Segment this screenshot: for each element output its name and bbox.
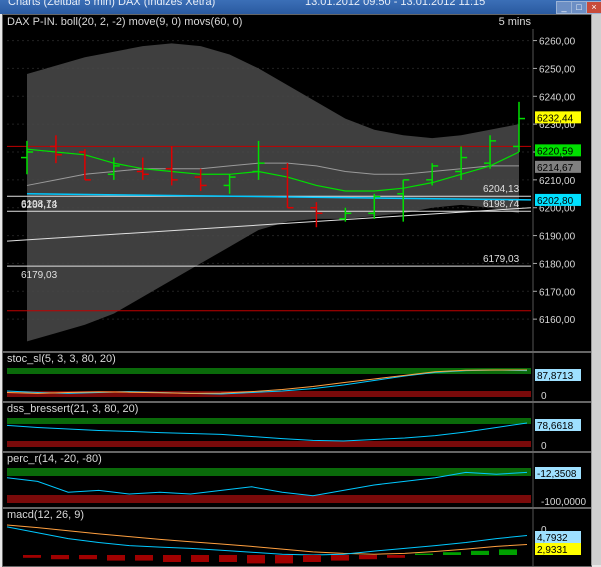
price-tag-label: 6214,67	[537, 163, 574, 174]
macd-histogram-bar	[275, 555, 293, 564]
bollinger-band-area	[27, 43, 519, 342]
window-titlebar: Charts (Zeitbar 5 min) DAX (Indizes Xetr…	[0, 0, 601, 14]
macd-pane[interactable]: macd(12, 26, 9) 0 2,9331 4,7932	[2, 508, 592, 567]
price-tick-label: 6210,00	[539, 176, 576, 187]
price-chart: 6260,006250,006240,006230,006220,006210,…	[6, 29, 581, 351]
sub-tick-label: 0	[541, 391, 547, 401]
minimize-button[interactable]: _	[556, 1, 572, 14]
value-tag: 87,8713	[537, 371, 574, 382]
macd-histogram-bar	[303, 555, 321, 562]
macd-histogram-bar	[135, 555, 153, 561]
macd-histogram-bar	[471, 550, 489, 555]
price-tag-label: 6202,80	[537, 196, 574, 207]
close-button[interactable]: ×	[586, 1, 601, 14]
perc-r-chart: 0-100,0000-12,3508	[6, 453, 586, 507]
macd-histogram-bar	[163, 555, 181, 562]
price-tick-label: 6250,00	[539, 64, 576, 75]
price-chart-pane[interactable]: DAX P-IN. boll(20, 2, -2) move(9, 0) mov…	[2, 14, 592, 352]
macd-histogram-bar	[51, 555, 69, 560]
price-tag-label: 6232,44	[537, 113, 574, 124]
macd-histogram-bar	[331, 555, 349, 561]
macd-chart: 02,93314,7932	[6, 509, 581, 566]
dss-bressert-chart: 100078,6618	[6, 403, 581, 451]
indicator-line-0	[6, 422, 528, 442]
value-tag: -12,3508	[537, 469, 577, 480]
macd-histogram-bar	[79, 555, 97, 560]
macd-histogram-bar	[387, 555, 405, 558]
indicator-line-0	[6, 524, 528, 555]
stoc-sl-pane[interactable]: stoc_sl(5, 3, 3, 80, 20) 100087,8713	[2, 352, 592, 402]
price-tick-label: 6190,00	[539, 232, 576, 243]
hline-right-label: 6179,03	[483, 254, 520, 265]
macd-histogram-bar	[23, 555, 41, 558]
price-tick-label: 6260,00	[539, 37, 576, 48]
stoc-sl-chart: 100087,8713	[6, 353, 581, 401]
value-tag: 2,9331	[537, 545, 568, 556]
price-tag-label: 6220,59	[537, 146, 574, 157]
time-range: 13.01.2012 09:50 - 13.01.2012 11:15	[305, 0, 486, 8]
overbought-band	[7, 418, 531, 424]
hline-right-label: 6204,13	[483, 184, 520, 195]
price-tick-label: 6240,00	[539, 92, 576, 103]
price-tick-label: 6180,00	[539, 259, 576, 270]
value-tag: 78,6618	[537, 421, 574, 432]
macd-histogram-bar	[359, 555, 377, 560]
macd-histogram-bar	[107, 555, 125, 561]
macd-histogram-bar	[191, 555, 209, 562]
vertical-scrollbar[interactable]	[591, 14, 601, 565]
oversold-band	[7, 441, 531, 447]
macd-histogram-bar	[219, 555, 237, 562]
oversold-band	[7, 495, 531, 503]
dss-bressert-pane[interactable]: dss_bressert(21, 3, 80, 20) 100078,6618	[2, 402, 592, 452]
hline-left-label: 6179,03	[21, 270, 58, 281]
maximize-button[interactable]: □	[571, 1, 587, 14]
sub-tick-label: -100,0000	[541, 497, 586, 507]
window-title: Charts (Zeitbar 5 min) DAX (Indizes Xetr…	[8, 0, 216, 8]
hline-left-label: 6198,74	[21, 199, 58, 210]
price-tick-label: 6170,00	[539, 287, 576, 298]
value-tag2: 4,7932	[537, 533, 568, 544]
macd-histogram-bar	[415, 553, 433, 555]
perc-r-pane[interactable]: perc_r(14, -20, -80) 0-100,0000-12,3508	[2, 452, 592, 508]
macd-histogram-bar	[499, 549, 517, 555]
macd-histogram-bar	[247, 555, 265, 564]
sub-tick-label: 0	[541, 441, 547, 451]
macd-histogram-bar	[443, 552, 461, 555]
price-tick-label: 6160,00	[539, 315, 576, 326]
